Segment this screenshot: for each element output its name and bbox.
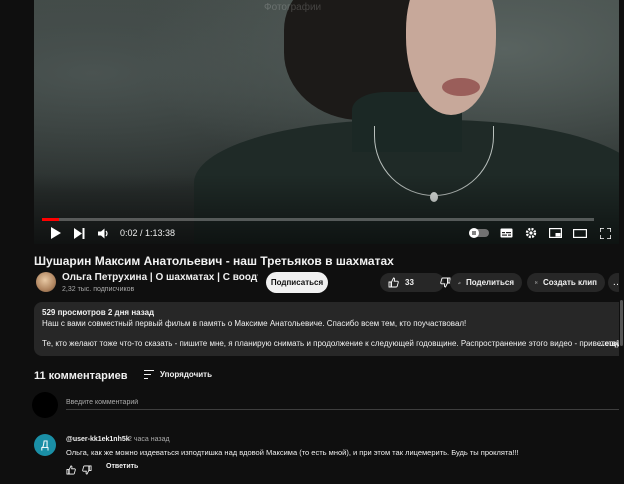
comment-input[interactable] bbox=[66, 396, 620, 410]
fullscreen-button[interactable] bbox=[598, 225, 612, 241]
time-display: 0:02 / 1:13:38 bbox=[120, 228, 176, 238]
page-scrollbar[interactable] bbox=[619, 0, 624, 484]
thumbs-down-icon bbox=[82, 465, 92, 475]
play-button[interactable] bbox=[48, 225, 62, 241]
volume-icon bbox=[97, 228, 108, 238]
video-frame bbox=[34, 0, 622, 244]
video-title: Шушарин Максим Анатольевич - наш Третьяк… bbox=[34, 254, 394, 268]
next-button[interactable] bbox=[72, 225, 86, 241]
like-count: 33 bbox=[405, 278, 414, 287]
my-avatar bbox=[32, 392, 58, 418]
scissors-icon bbox=[535, 281, 538, 284]
thumbs-up-icon bbox=[388, 277, 399, 288]
comment-dislike-button[interactable] bbox=[82, 462, 92, 475]
scrollbar-thumb[interactable] bbox=[620, 300, 623, 346]
frame-lips bbox=[442, 78, 480, 96]
settings-button[interactable] bbox=[524, 225, 538, 241]
autoplay-toggle[interactable] bbox=[468, 225, 490, 241]
settings-icon bbox=[525, 227, 537, 239]
progress-bar[interactable] bbox=[42, 218, 594, 221]
create-clip-button[interactable]: Создать клип bbox=[527, 273, 605, 292]
comment-text: Ольга, как же можно издеваться изподтишк… bbox=[66, 448, 519, 457]
like-button[interactable]: 33 bbox=[380, 273, 422, 292]
volume-button[interactable] bbox=[96, 225, 110, 241]
sort-icon[interactable] bbox=[144, 370, 154, 379]
share-label: Поделиться bbox=[465, 278, 514, 287]
top-hint-text: Фотографии bbox=[264, 2, 322, 13]
subtitles-button[interactable] bbox=[499, 225, 513, 241]
channel-subscribers: 2,32 тыс. подписчиков bbox=[62, 286, 135, 293]
clip-label: Создать клип bbox=[542, 278, 597, 287]
share-icon bbox=[458, 281, 461, 284]
next-icon bbox=[73, 227, 84, 239]
video-player[interactable]: Фотографии bbox=[34, 0, 622, 244]
subtitles-icon bbox=[500, 228, 512, 238]
description-line-2: Те, кто желают тоже что-то сказать - пиш… bbox=[42, 339, 624, 348]
comment-time[interactable]: 2 часа назад bbox=[128, 436, 170, 443]
channel-avatar[interactable] bbox=[36, 272, 56, 292]
like-dislike-group: 33 bbox=[380, 273, 451, 292]
view-count-date: 529 просмотров 2 дня назад bbox=[42, 308, 155, 317]
subscribe-button[interactable]: Подписаться bbox=[266, 272, 328, 293]
description-box[interactable]: 529 просмотров 2 дня назад Наш с вами со… bbox=[34, 302, 624, 356]
autoplay-toggle-icon bbox=[469, 228, 489, 238]
fullscreen-icon bbox=[599, 227, 611, 239]
channel-name[interactable]: Ольга Петрухина | О шахматах | С воодуше… bbox=[62, 272, 258, 283]
miniplayer-icon bbox=[548, 228, 562, 238]
comment-like-button[interactable] bbox=[66, 462, 76, 475]
player-controls: 0:02 / 1:13:38 bbox=[34, 222, 622, 244]
miniplayer-button[interactable] bbox=[548, 225, 562, 241]
thumbs-up-icon bbox=[66, 465, 76, 475]
description-line-1: Наш с вами совместный первый фильм в пам… bbox=[42, 319, 467, 328]
sort-button[interactable]: Упорядочить bbox=[160, 370, 212, 379]
theater-button[interactable] bbox=[572, 225, 588, 241]
comment-author[interactable]: @user-kk1ek1nh5k bbox=[66, 436, 130, 443]
progress-fill bbox=[42, 218, 59, 221]
comments-count: 11 комментариев bbox=[34, 370, 128, 382]
share-button[interactable]: Поделиться bbox=[450, 273, 522, 292]
description-more-link[interactable]: ...ещё bbox=[598, 339, 620, 348]
play-icon bbox=[50, 227, 61, 239]
comment-author-avatar[interactable]: Д bbox=[34, 434, 56, 456]
theater-icon bbox=[573, 228, 587, 238]
comment-reply-button[interactable]: Ответить bbox=[106, 463, 138, 470]
